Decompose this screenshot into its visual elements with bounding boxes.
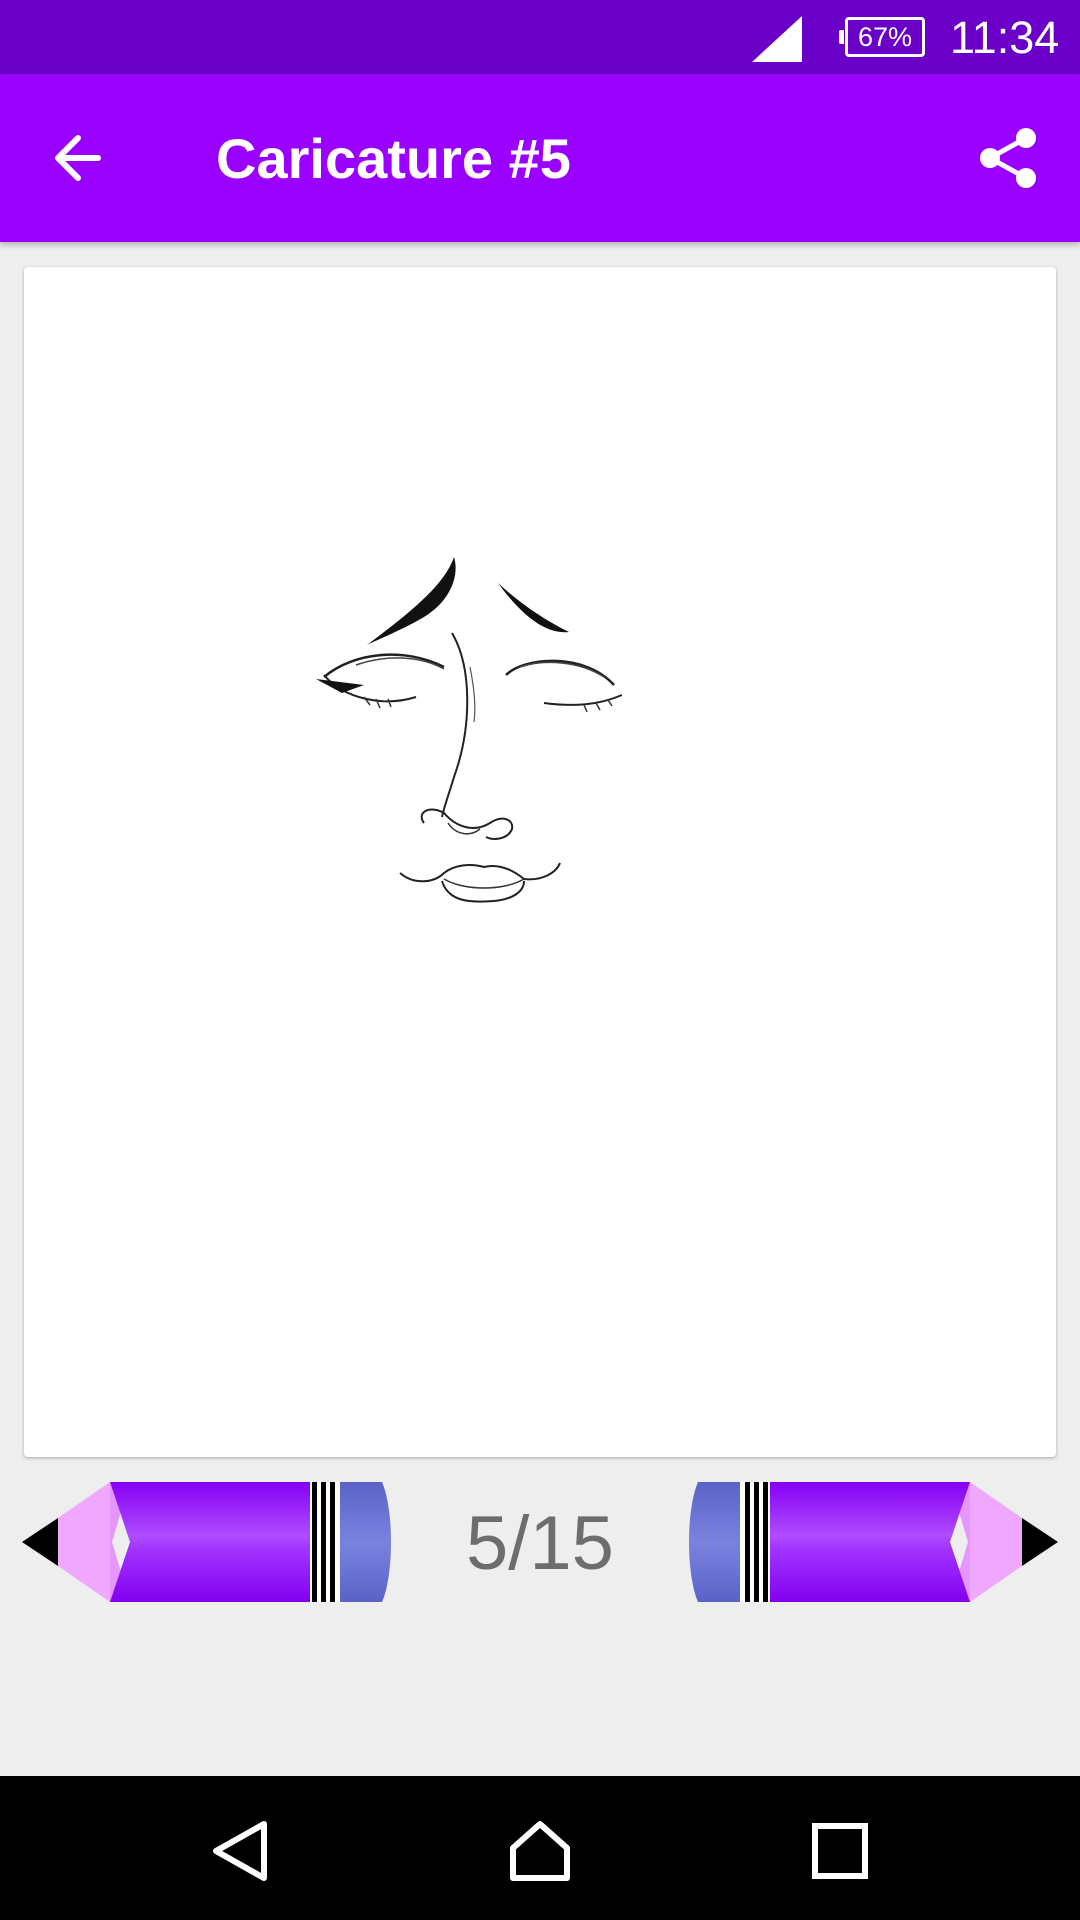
pager-row: 5/15 [0,1480,1080,1604]
battery-indicator: 67% [839,17,925,57]
status-time: 11:34 [950,12,1060,63]
signal-icon [752,16,802,62]
system-nav-bar [0,1776,1080,1920]
status-bar: 67% 11:34 [0,0,1080,74]
caricature-image-card [24,267,1056,1457]
page-counter: 5/15 [466,1501,614,1586]
app-bar: Caricature #5 [0,74,1080,242]
caricature-sketch [316,557,623,903]
recents-square-icon[interactable] [805,1818,875,1884]
page-title: Caricature #5 [216,127,571,190]
back-triangle-icon[interactable] [206,1818,276,1884]
home-icon[interactable] [505,1818,575,1884]
pencil-left-icon[interactable] [22,1480,422,1604]
pencil-right-icon[interactable] [658,1480,1058,1604]
arrow-left-icon[interactable] [50,130,120,186]
share-icon[interactable] [976,126,1040,190]
